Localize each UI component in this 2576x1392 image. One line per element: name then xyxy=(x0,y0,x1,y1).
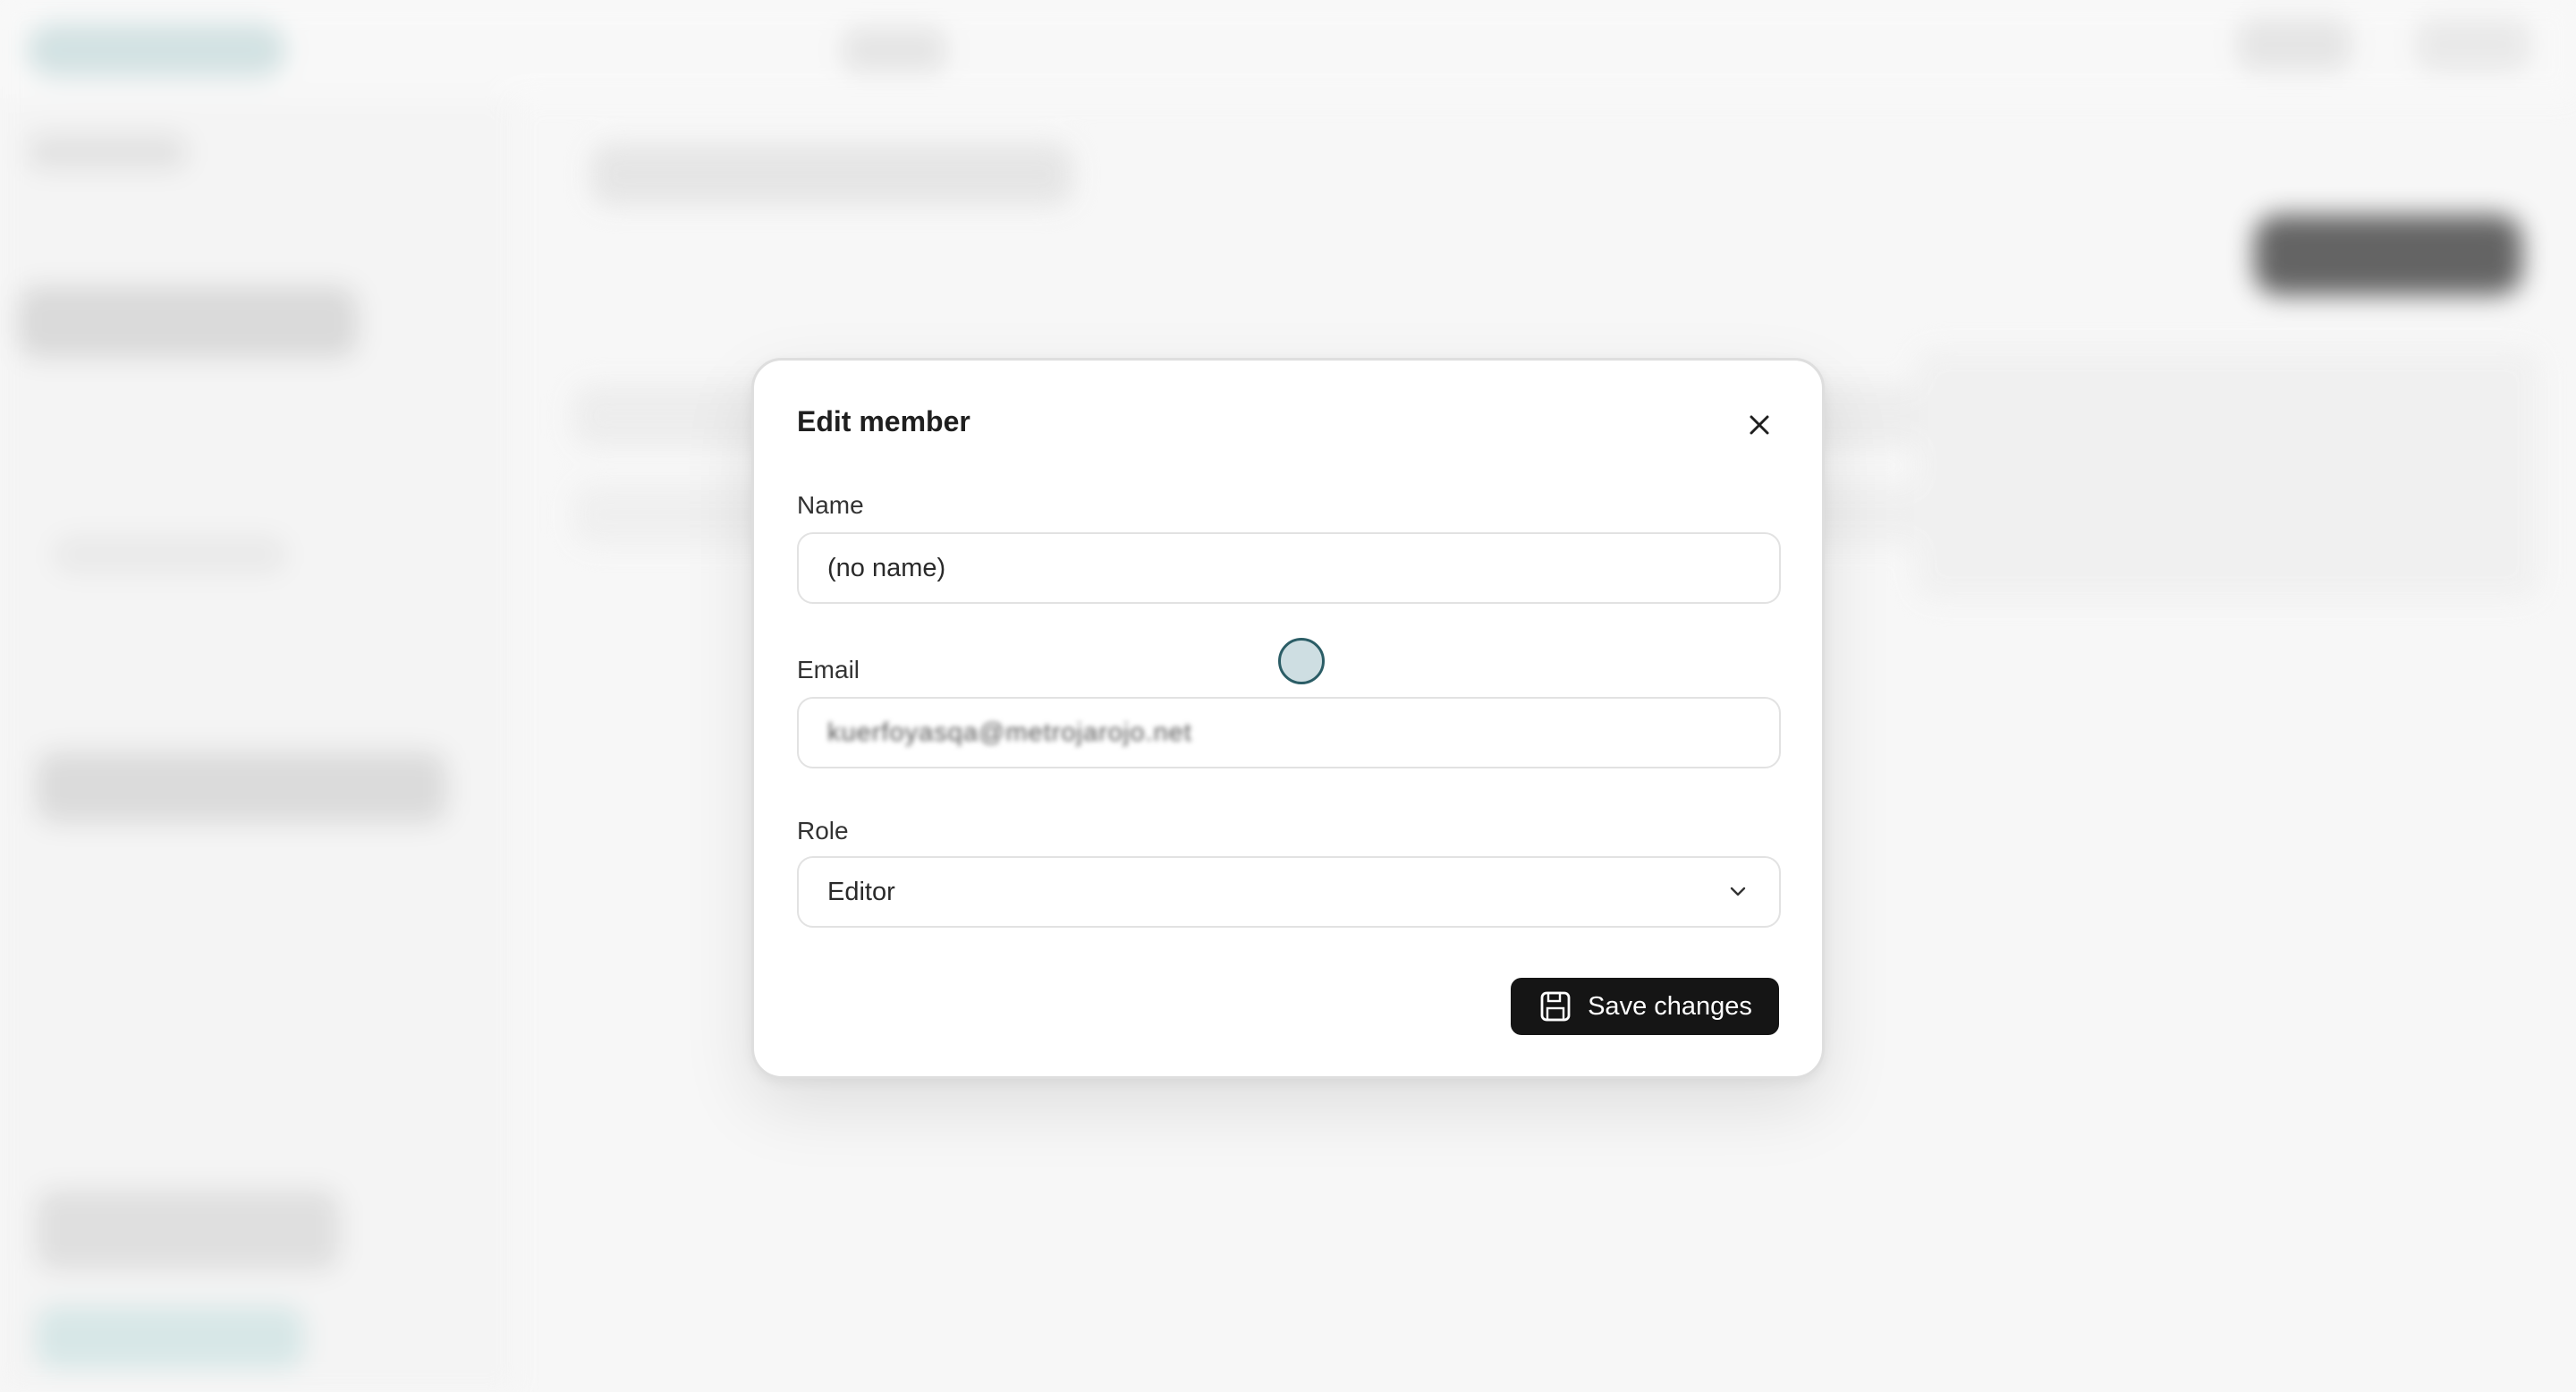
sidebar-item xyxy=(36,1306,304,1369)
name-label: Name xyxy=(797,491,864,519)
floppy-disk-icon xyxy=(1540,991,1571,1022)
email-value: kuerfoyasqa@metrojarojo.net xyxy=(827,717,1192,747)
close-button[interactable] xyxy=(1740,405,1779,445)
role-label: Role xyxy=(797,817,849,845)
chevron-down-icon xyxy=(1730,887,1746,896)
mouse-cursor-indicator xyxy=(1278,638,1325,684)
close-icon xyxy=(1750,415,1769,435)
email-label: Email xyxy=(797,656,860,683)
sidebar xyxy=(0,0,515,1392)
edit-member-dialog: Edit member Name Email kuerfoyasqa@metro… xyxy=(751,358,1825,1079)
sidebar-item xyxy=(27,134,188,170)
name-input[interactable] xyxy=(797,532,1781,604)
save-changes-button[interactable]: Save changes xyxy=(1511,978,1779,1035)
app-logo xyxy=(27,23,286,77)
sidebar-item xyxy=(36,1190,340,1270)
top-bar xyxy=(0,0,2576,98)
top-action xyxy=(2415,18,2531,72)
sidebar-item xyxy=(18,286,358,358)
dialog-title: Edit member xyxy=(797,405,970,437)
top-action xyxy=(2236,18,2352,72)
save-button-label: Save changes xyxy=(1588,991,1752,1021)
sidebar-item xyxy=(54,537,286,573)
side-card xyxy=(1914,349,2540,599)
email-input[interactable]: kuerfoyasqa@metrojarojo.net xyxy=(797,697,1781,768)
sidebar-item xyxy=(36,751,447,823)
page-tabs xyxy=(590,143,1073,206)
primary-action-button xyxy=(2254,215,2522,295)
top-nav-item xyxy=(841,27,948,73)
role-select[interactable]: Editor xyxy=(797,856,1781,928)
role-selected-value: Editor xyxy=(827,877,895,906)
